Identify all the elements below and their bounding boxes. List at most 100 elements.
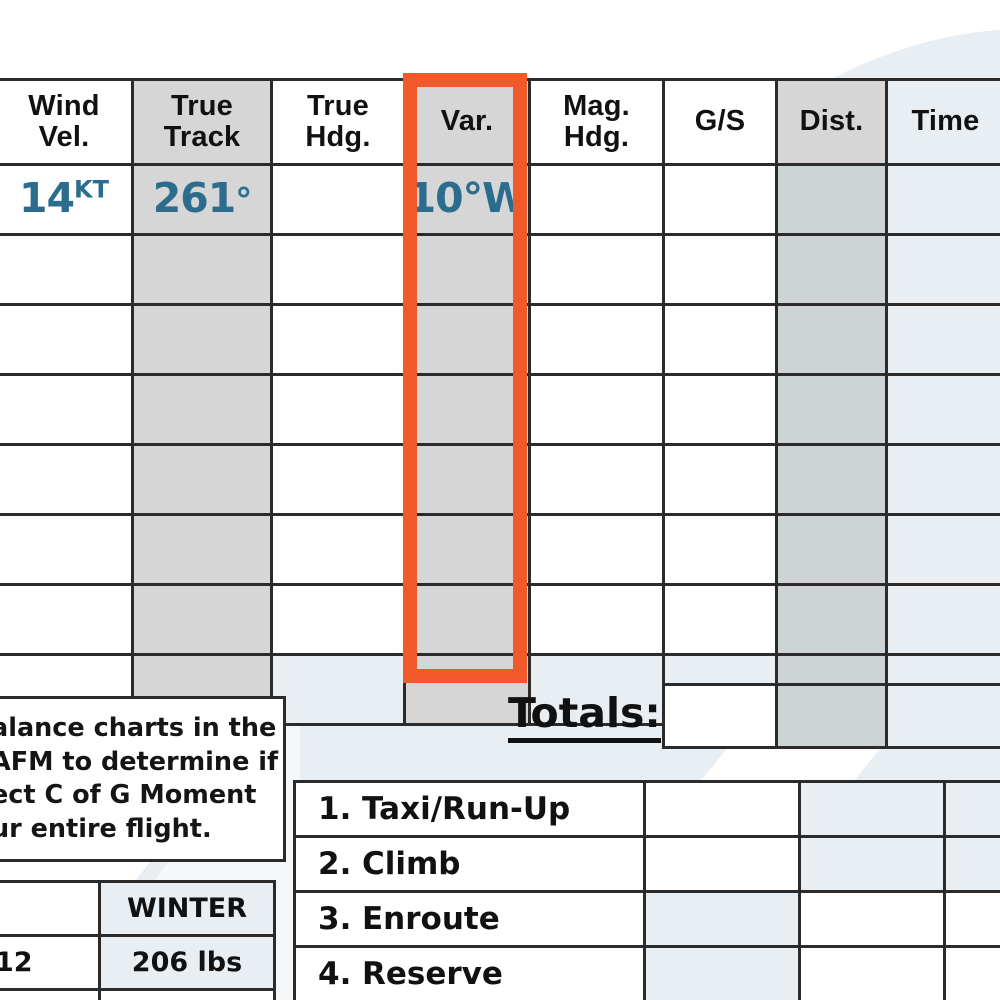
col-header-var: Var. <box>403 78 531 166</box>
cell-true-hdg-3[interactable] <box>270 303 406 376</box>
cell-true-track-7[interactable] <box>131 583 273 656</box>
col-header-dist-label: Dist. <box>799 105 864 138</box>
cell-true-hdg-7[interactable] <box>270 583 406 656</box>
cell-var-4[interactable] <box>403 373 531 446</box>
cell-time-5[interactable] <box>885 443 1000 516</box>
col-header-time: Time <box>885 78 1000 166</box>
cell-var-5[interactable] <box>403 443 531 516</box>
fuel-row-1-col2[interactable] <box>643 780 801 838</box>
cell-wind-vel-1[interactable]: 14KT <box>0 163 134 236</box>
cell-time-7[interactable] <box>885 583 1000 656</box>
cell-totals-time[interactable] <box>885 683 1000 749</box>
weight-balance-note-box: alance charts in the AFM to determine if… <box>0 696 286 862</box>
fuel-row-3-number: 3. <box>318 901 352 937</box>
table-row <box>662 683 1000 749</box>
cell-dist-2[interactable] <box>775 233 888 306</box>
fuel-row-1-number: 1. <box>318 791 352 827</box>
cell-mag-hdg-2[interactable] <box>528 233 665 306</box>
col-header-dist: Dist. <box>775 78 888 166</box>
cell-wind-vel-2[interactable] <box>0 233 134 306</box>
fuel-row-3-col4[interactable] <box>943 890 1000 948</box>
table-row <box>0 373 1000 446</box>
table-row: 2. Climb <box>293 835 1000 893</box>
cell-mag-hdg-5[interactable] <box>528 443 665 516</box>
cell-true-track-3[interactable] <box>131 303 273 376</box>
fuel-row-3-col2[interactable] <box>643 890 801 948</box>
cell-wind-vel-4[interactable] <box>0 373 134 446</box>
col-header-mag-hdg-line1: Mag. <box>563 89 630 122</box>
fuel-row-4-label: 4. Reserve <box>293 945 646 1000</box>
cell-dist-3[interactable] <box>775 303 888 376</box>
fuel-row-1-col4[interactable] <box>943 780 1000 838</box>
cell-gs-5[interactable] <box>662 443 778 516</box>
cell-totals-dist[interactable] <box>775 683 888 749</box>
cell-gs-1[interactable] <box>662 163 778 236</box>
cell-time-1[interactable] <box>885 163 1000 236</box>
var-value: 10°W <box>407 174 528 222</box>
fuel-row-1-col3[interactable] <box>798 780 946 838</box>
true-track-value: 261° <box>152 174 253 222</box>
cell-true-hdg-4[interactable] <box>270 373 406 446</box>
cell-gs-2[interactable] <box>662 233 778 306</box>
cell-true-track-5[interactable] <box>131 443 273 516</box>
cell-wind-vel-6[interactable] <box>0 513 134 586</box>
cell-mag-hdg-3[interactable] <box>528 303 665 376</box>
cell-mag-hdg-7[interactable] <box>528 583 665 656</box>
cell-time-4[interactable] <box>885 373 1000 446</box>
cell-var-1[interactable]: 10°W <box>403 163 531 236</box>
cell-gs-3[interactable] <box>662 303 778 376</box>
col-header-gs: G/S <box>662 78 778 166</box>
cell-wind-vel-7[interactable] <box>0 583 134 656</box>
cell-dist-5[interactable] <box>775 443 888 516</box>
fuel-planning-table: 1. Taxi/Run-Up 2. Climb 3. Enroute 4. Reserv… <box>293 780 1000 1000</box>
cell-wind-vel-5[interactable] <box>0 443 134 516</box>
cell-gs-4[interactable] <box>662 373 778 446</box>
cell-gs-6[interactable] <box>662 513 778 586</box>
cell-var-6[interactable] <box>403 513 531 586</box>
cell-true-hdg-6[interactable] <box>270 513 406 586</box>
cell-time-3[interactable] <box>885 303 1000 376</box>
cell-dist-1[interactable] <box>775 163 888 236</box>
cell-dist-6[interactable] <box>775 513 888 586</box>
cell-time-2[interactable] <box>885 233 1000 306</box>
cell-true-hdg-2[interactable] <box>270 233 406 306</box>
cell-true-track-4[interactable] <box>131 373 273 446</box>
table-row: WINTER <box>0 880 276 937</box>
fuel-row-4-col3[interactable] <box>798 945 946 1000</box>
cell-time-6[interactable] <box>885 513 1000 586</box>
cell-mag-hdg-6[interactable] <box>528 513 665 586</box>
cell-dist-4[interactable] <box>775 373 888 446</box>
fuel-row-3-text: Enroute <box>362 901 500 937</box>
cell-var-7[interactable] <box>403 583 531 656</box>
fuel-row-2-col3[interactable] <box>798 835 946 893</box>
cell-mag-hdg-1[interactable] <box>528 163 665 236</box>
cell-true-track-6[interactable] <box>131 513 273 586</box>
cell-true-hdg-5[interactable] <box>270 443 406 516</box>
fuel-row-2-col4[interactable] <box>943 835 1000 893</box>
fuel-row-2-label: 2. Climb <box>293 835 646 893</box>
col-header-true-hdg-line2: Hdg. <box>305 121 371 153</box>
fuel-row-3-col3[interactable] <box>798 890 946 948</box>
table-row: 4. Reserve <box>293 945 1000 1000</box>
fuel-row-1-text: Taxi/Run-Up <box>362 791 571 827</box>
cell-var-2[interactable] <box>403 233 531 306</box>
fuel-row-4-col4[interactable] <box>943 945 1000 1000</box>
cell-var-3[interactable] <box>403 303 531 376</box>
cell-true-track-2[interactable] <box>131 233 273 306</box>
cell-dist-7[interactable] <box>775 583 888 656</box>
seasonal-weight-table: WINTER 12 206 lbs -12 171 lbs -12 75 lbs <box>0 880 276 1000</box>
cell-totals-gs[interactable] <box>662 683 778 749</box>
winter-row-2-right: 171 lbs <box>98 988 276 1000</box>
cell-mag-hdg-4[interactable] <box>528 373 665 446</box>
fuel-row-4-col2[interactable] <box>643 945 801 1000</box>
col-header-time-label: Time <box>911 105 980 138</box>
cell-true-track-1[interactable]: 261° <box>131 163 273 236</box>
cell-gs-7[interactable] <box>662 583 778 656</box>
table-row <box>0 583 1000 656</box>
winter-row-2-left: -12 <box>0 988 101 1000</box>
fuel-row-2-col2[interactable] <box>643 835 801 893</box>
cell-wind-vel-3[interactable] <box>0 303 134 376</box>
cell-true-hdg-1[interactable] <box>270 163 406 236</box>
table-row: 12 206 lbs <box>0 934 276 991</box>
table-row <box>0 443 1000 516</box>
